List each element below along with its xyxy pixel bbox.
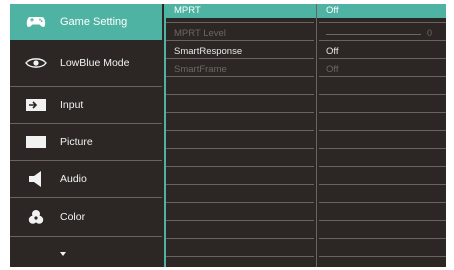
row-separator bbox=[319, 148, 446, 149]
row-separator bbox=[166, 58, 314, 59]
row-value: Off bbox=[326, 46, 339, 57]
row-separator bbox=[319, 238, 446, 239]
row-separator bbox=[166, 76, 314, 77]
input-icon bbox=[18, 99, 54, 111]
row-separator bbox=[319, 40, 446, 41]
row-separator bbox=[319, 22, 446, 23]
row-value: Off bbox=[326, 64, 339, 75]
row-value: Off bbox=[326, 5, 339, 16]
row-separator bbox=[319, 220, 446, 221]
row-separator bbox=[166, 22, 314, 23]
row-separator bbox=[319, 112, 446, 113]
sub-menu: MPRT Off MPRT Level 0 SmartResponse Off … bbox=[166, 4, 446, 267]
row-label: SmartFrame bbox=[174, 64, 227, 75]
row-separator bbox=[166, 166, 314, 167]
row-separator bbox=[166, 130, 314, 131]
eye-icon bbox=[18, 57, 54, 69]
chevron-down-icon[interactable] bbox=[60, 252, 66, 256]
row-label: MPRT bbox=[174, 5, 201, 16]
menu-item-lowblue-mode[interactable]: LowBlue Mode bbox=[10, 40, 162, 87]
main-menu: Game Setting LowBlue Mode Input Picture … bbox=[10, 4, 162, 267]
gamepad-icon bbox=[18, 15, 54, 29]
menu-item-color[interactable]: Color bbox=[10, 198, 162, 237]
menu-item-game-setting[interactable]: Game Setting bbox=[10, 4, 162, 40]
row-separator bbox=[319, 256, 446, 257]
row-label: MPRT Level bbox=[174, 28, 226, 39]
row-separator bbox=[319, 202, 446, 203]
row-separator bbox=[166, 238, 314, 239]
menu-item-label: Picture bbox=[60, 136, 93, 148]
menu-item-label: Color bbox=[60, 211, 86, 223]
menu-item-picture[interactable]: Picture bbox=[10, 124, 162, 161]
row-separator bbox=[166, 112, 314, 113]
slider-value: 0 bbox=[427, 28, 433, 38]
menu-item-audio[interactable]: Audio bbox=[10, 161, 162, 198]
color-icon bbox=[18, 209, 54, 225]
submenu-row-smartresponse[interactable]: SmartResponse Off bbox=[166, 45, 446, 59]
menu-item-label: Input bbox=[60, 99, 84, 111]
row-separator bbox=[166, 256, 314, 257]
menu-item-label: Game Setting bbox=[60, 16, 128, 28]
submenu-row-mprt-level: MPRT Level 0 bbox=[166, 27, 446, 41]
mprt-level-slider bbox=[326, 34, 421, 35]
row-separator bbox=[166, 40, 314, 41]
row-separator bbox=[166, 148, 314, 149]
row-separator bbox=[166, 202, 314, 203]
menu-item-label: LowBlue Mode bbox=[60, 57, 130, 69]
row-separator bbox=[166, 184, 314, 185]
osd-panel: Game Setting LowBlue Mode Input Picture … bbox=[10, 4, 446, 267]
picture-icon bbox=[18, 136, 54, 148]
row-separator bbox=[319, 166, 446, 167]
submenu-row-smartframe: SmartFrame Off bbox=[166, 63, 446, 77]
row-separator bbox=[319, 58, 446, 59]
menu-item-label: Audio bbox=[60, 173, 87, 185]
column-divider bbox=[316, 4, 317, 267]
row-separator bbox=[319, 94, 446, 95]
row-label: SmartResponse bbox=[174, 46, 243, 57]
row-separator bbox=[319, 184, 446, 185]
row-separator bbox=[166, 220, 314, 221]
speaker-icon bbox=[18, 171, 54, 187]
row-separator bbox=[319, 76, 446, 77]
row-separator bbox=[166, 94, 314, 95]
menu-item-input[interactable]: Input bbox=[10, 87, 162, 124]
row-separator bbox=[319, 130, 446, 131]
submenu-row-mprt[interactable]: MPRT Off bbox=[166, 4, 446, 18]
